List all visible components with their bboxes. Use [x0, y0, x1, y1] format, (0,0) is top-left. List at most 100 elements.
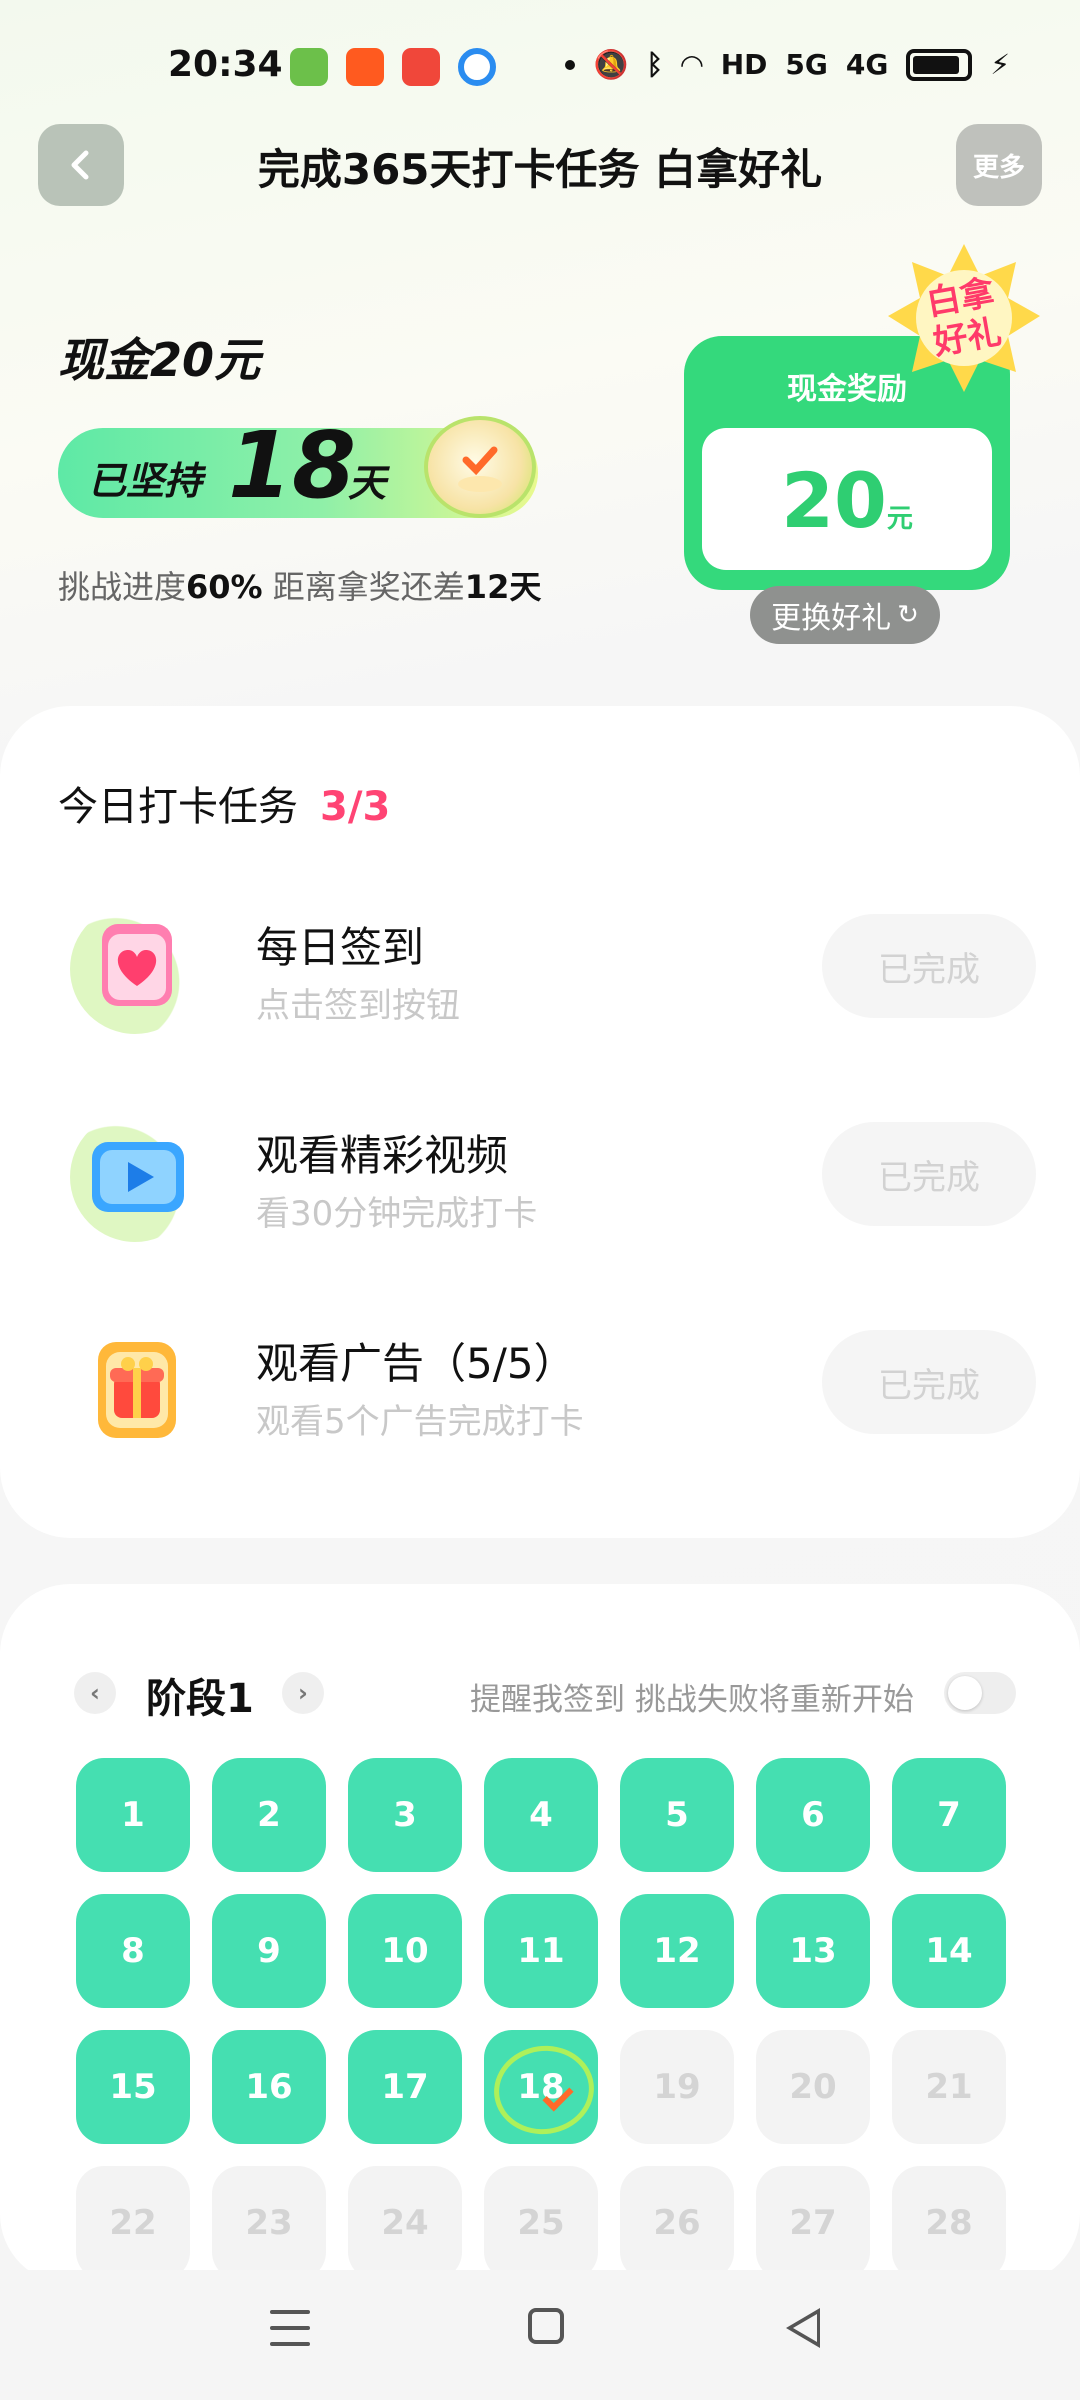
task-completed-button[interactable]: 已完成 — [822, 1122, 1036, 1226]
stage-prev-button[interactable]: ‹ — [74, 1672, 116, 1714]
day-number: 19 — [653, 2067, 701, 2107]
task-desc: 观看5个广告完成打卡 — [256, 1402, 584, 1442]
task-name: 每日签到 — [256, 923, 425, 972]
music-icon — [402, 48, 440, 86]
calendar-day-25[interactable]: 25 — [484, 2166, 598, 2280]
browser-icon — [458, 48, 496, 86]
calendar-day-23[interactable]: 23 — [212, 2166, 326, 2280]
task-completed-button[interactable]: 已完成 — [822, 914, 1036, 1018]
calendar-day-4[interactable]: 4 — [484, 1758, 598, 1872]
day-number: 7 — [937, 1795, 961, 1835]
menu-icon[interactable] — [270, 2310, 310, 2346]
change-gift-button[interactable]: 更换好礼 ↻ — [750, 586, 940, 644]
taobao-icon — [346, 48, 384, 86]
mascot-icon — [424, 416, 536, 518]
calendar-day-22[interactable]: 22 — [76, 2166, 190, 2280]
task-desc: 点击签到按钮 — [256, 986, 460, 1026]
page-title: 完成365天打卡任务 白拿好礼 — [257, 145, 823, 194]
calendar-day-17[interactable]: 17 — [348, 2030, 462, 2144]
calendar-day-15[interactable]: 15 — [76, 2030, 190, 2144]
day-number: 6 — [801, 1795, 825, 1835]
calendar-day-6[interactable]: 6 — [756, 1758, 870, 1872]
mute-icon: 🔕 — [593, 48, 629, 81]
calendar-day-2[interactable]: 2 — [212, 1758, 326, 1872]
calendar-day-19[interactable]: 19 — [620, 2030, 734, 2144]
calendar-day-18[interactable]: 18 — [484, 2030, 598, 2144]
day-number: 15 — [109, 2067, 157, 2107]
calendar-day-24[interactable]: 24 — [348, 2166, 462, 2280]
reward-amount: 20 — [781, 456, 887, 545]
calendar-heart-icon — [70, 904, 200, 1034]
signal-5g-icon: 5G — [785, 48, 828, 81]
stage-label: 阶段1 — [146, 1676, 254, 1722]
day-number: 13 — [789, 1931, 837, 1971]
remind-toggle[interactable] — [944, 1672, 1016, 1714]
calendar-day-16[interactable]: 16 — [212, 2030, 326, 2144]
signal-4g-icon: 4G — [845, 48, 889, 81]
calendar-day-8[interactable]: 8 — [76, 1894, 190, 2008]
calendar-day-11[interactable]: 11 — [484, 1894, 598, 2008]
bluetooth-icon: ᛒ — [646, 48, 664, 81]
day-number: 12 — [653, 1931, 701, 1971]
remind-text: 提醒我签到 挑战失败将重新开始 — [470, 1682, 914, 1718]
day-number: 21 — [925, 2067, 973, 2107]
chevron-right-icon: › — [298, 1679, 308, 1707]
day-number: 10 — [381, 1931, 429, 1971]
task-item-watch-video: 观看精彩视频 看30分钟完成打卡 已完成 — [0, 1112, 1080, 1262]
day-number: 4 — [529, 1795, 553, 1835]
task-desc: 看30分钟完成打卡 — [256, 1194, 538, 1234]
back-triangle-icon[interactable] — [786, 2308, 820, 2348]
day-number: 14 — [925, 1931, 973, 1971]
calendar-day-26[interactable]: 26 — [620, 2166, 734, 2280]
calendar-day-10[interactable]: 10 — [348, 1894, 462, 2008]
notification-dot-icon — [565, 59, 576, 70]
task-name: 观看广告（5/5） — [256, 1339, 576, 1388]
calendar-day-7[interactable]: 7 — [892, 1758, 1006, 1872]
day-number: 28 — [925, 2203, 973, 2243]
task-item-daily-checkin: 每日签到 点击签到按钮 已完成 — [0, 904, 1080, 1054]
progress-text: 挑战进度60% 距离拿奖还差12天 — [58, 568, 542, 606]
day-number: 20 — [789, 2067, 837, 2107]
calendar-day-3[interactable]: 3 — [348, 1758, 462, 1872]
video-play-icon — [70, 1112, 200, 1242]
checkin-calendar-card: ‹ 阶段1 › 提醒我签到 挑战失败将重新开始 1 2 3 4 5 6 7 8 9 10 11 12 1… — [0, 1584, 1080, 2284]
calendar-day-9[interactable]: 9 — [212, 1894, 326, 2008]
day-number: 3 — [393, 1795, 417, 1835]
task-name: 观看精彩视频 — [256, 1131, 509, 1180]
calendar-day-14[interactable]: 14 — [892, 1894, 1006, 2008]
day-number: 8 — [121, 1931, 145, 1971]
calendar-day-5[interactable]: 5 — [620, 1758, 734, 1872]
reward-unit: 元 — [886, 504, 913, 534]
streak-days: 18 — [228, 412, 357, 519]
calendar-day-27[interactable]: 27 — [756, 2166, 870, 2280]
calendar-day-13[interactable]: 13 — [756, 1894, 870, 2008]
notification-icons — [290, 48, 496, 86]
wifi-icon: ◠ — [681, 48, 703, 81]
day-number: 2 — [257, 1795, 281, 1835]
home-icon[interactable] — [528, 2308, 564, 2344]
chevron-left-icon: ‹ — [90, 1679, 100, 1707]
day-number: 25 — [517, 2203, 565, 2243]
day-number: 24 — [381, 2203, 429, 2243]
day-number: 26 — [653, 2203, 701, 2243]
toggle-knob — [948, 1676, 982, 1710]
more-button[interactable]: 更多 — [956, 124, 1042, 206]
day-number: 17 — [381, 2067, 429, 2107]
battery-icon — [906, 48, 973, 81]
reward-amount-box: 20元 — [702, 428, 992, 570]
streak-prefix: 已坚持 — [88, 459, 203, 503]
daily-tasks-card: 今日打卡任务 3/3 每日签到 点击签到按钮 已完成 观看精彩视频 看30分钟完成… — [0, 706, 1080, 1538]
calendar-day-1[interactable]: 1 — [76, 1758, 190, 1872]
stage-next-button[interactable]: › — [282, 1672, 324, 1714]
charging-icon: ⚡ — [990, 48, 1010, 81]
tasks-count: 3/3 — [320, 784, 391, 830]
task-completed-button[interactable]: 已完成 — [822, 1330, 1036, 1434]
calendar-day-21[interactable]: 21 — [892, 2030, 1006, 2144]
day-number: 27 — [789, 2203, 837, 2243]
calendar-day-28[interactable]: 28 — [892, 2166, 1006, 2280]
day-number: 9 — [257, 1931, 281, 1971]
calendar-day-20[interactable]: 20 — [756, 2030, 870, 2144]
day-number: 16 — [245, 2067, 293, 2107]
calendar-day-12[interactable]: 12 — [620, 1894, 734, 2008]
task-item-watch-ads: 观看广告（5/5） 观看5个广告完成打卡 已完成 — [0, 1320, 1080, 1470]
